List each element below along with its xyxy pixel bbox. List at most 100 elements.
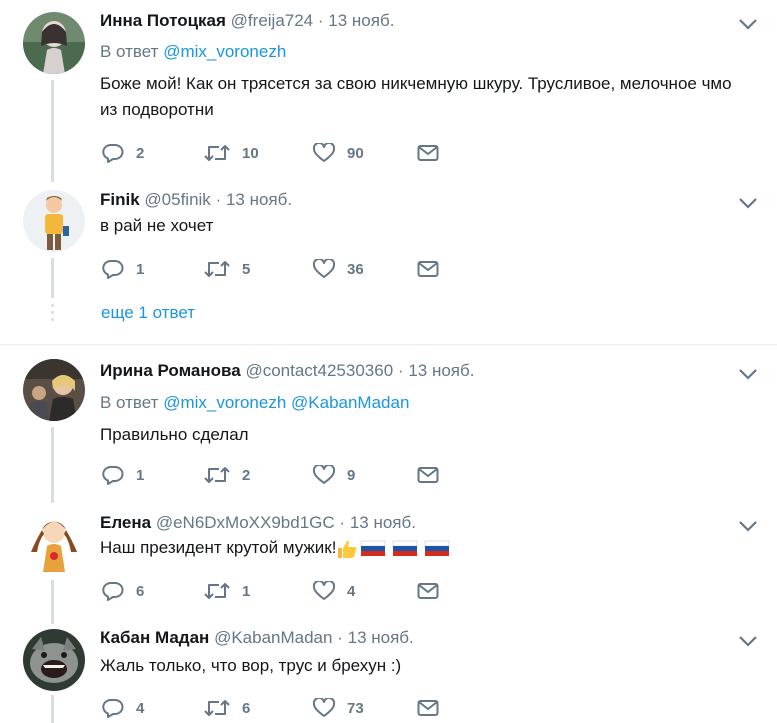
retweet-button[interactable]: 2 bbox=[204, 463, 250, 487]
reply-icon bbox=[102, 465, 124, 485]
tweet-text: Правильно сделал bbox=[100, 425, 249, 444]
tweet[interactable]: Елена @eN6DxMoXX9bd1GC · 13 нояб. Наш пр… bbox=[0, 500, 777, 615]
reply-icon bbox=[102, 143, 124, 163]
tweet-header: Елена @eN6DxMoXX9bd1GC · 13 нояб. bbox=[100, 513, 416, 533]
retweet-icon bbox=[204, 467, 230, 483]
retweet-button[interactable]: 1 bbox=[204, 579, 250, 603]
retweet-count: 2 bbox=[242, 466, 251, 484]
tweet-text: Жаль только, что вор, трус и брехун :) bbox=[100, 656, 402, 675]
separator: · bbox=[337, 628, 343, 647]
reply-count: 1 bbox=[136, 260, 145, 278]
tweet-text: в рай не хочет bbox=[100, 216, 214, 235]
chevron-down-icon[interactable] bbox=[737, 634, 759, 648]
tweet[interactable]: Ирина Романова @contact42530360 · 13 ноя… bbox=[0, 345, 777, 500]
retweet-count: 10 bbox=[242, 144, 259, 162]
reply-icon bbox=[102, 698, 124, 718]
message-button[interactable] bbox=[417, 463, 439, 487]
author-handle[interactable]: @eN6DxMoXX9bd1GC bbox=[156, 513, 335, 532]
reply-count: 1 bbox=[136, 466, 145, 484]
tweet-time[interactable]: 13 нояб. bbox=[408, 361, 474, 380]
author-name[interactable]: Елена bbox=[100, 513, 151, 532]
avatar[interactable] bbox=[23, 190, 85, 252]
author-handle[interactable]: @KabanMadan bbox=[214, 628, 332, 647]
tweet-header: Кабан Мадан @KabanMadan · 13 нояб. bbox=[100, 628, 414, 648]
chevron-down-icon[interactable] bbox=[737, 519, 759, 533]
avatar[interactable] bbox=[23, 12, 85, 74]
russia-flag-emoji bbox=[393, 540, 418, 556]
avatar[interactable] bbox=[23, 359, 85, 421]
tweet[interactable]: Finik @05finik · 13 нояб. в рай не хочет… bbox=[0, 182, 777, 282]
avatar[interactable] bbox=[23, 629, 85, 691]
tweet-header: Ирина Романова @contact42530360 · 13 ноя… bbox=[100, 361, 474, 381]
like-icon bbox=[313, 698, 335, 717]
message-button[interactable] bbox=[417, 257, 439, 281]
like-icon bbox=[313, 465, 335, 484]
like-count: 9 bbox=[347, 466, 356, 484]
separator: · bbox=[339, 513, 346, 532]
reply-mention[interactable]: @KabanMadan bbox=[291, 393, 409, 412]
like-button[interactable]: 90 bbox=[313, 141, 364, 165]
tweet[interactable]: Инна Потоцкая @freija724 · 13 нояб. В от… bbox=[0, 0, 777, 182]
message-icon bbox=[417, 145, 439, 161]
reply-prefix: В ответ bbox=[100, 42, 159, 61]
like-count: 90 bbox=[347, 144, 364, 162]
author-name[interactable]: Ирина Романова bbox=[100, 361, 241, 380]
retweet-button[interactable]: 6 bbox=[204, 696, 250, 720]
author-handle[interactable]: @05finik bbox=[144, 190, 210, 209]
retweet-button[interactable]: 5 bbox=[204, 257, 250, 281]
reply-mention[interactable]: @mix_voronezh bbox=[163, 393, 286, 412]
like-count: 36 bbox=[347, 260, 364, 278]
like-count: 73 bbox=[347, 699, 364, 717]
author-name[interactable]: Finik bbox=[100, 190, 140, 209]
like-icon bbox=[313, 259, 335, 278]
reply-to-line: В ответ @mix_voronezh @KabanMadan bbox=[100, 393, 409, 413]
tweet-time[interactable]: 13 нояб. bbox=[226, 190, 292, 209]
reply-button[interactable]: 2 bbox=[102, 141, 144, 165]
message-icon bbox=[417, 261, 439, 277]
author-handle[interactable]: @freija724 bbox=[231, 11, 313, 30]
tweet-text: Боже мой! Как он трясется за свою никчем… bbox=[100, 74, 732, 119]
avatar[interactable] bbox=[23, 512, 85, 574]
message-button[interactable] bbox=[417, 696, 439, 720]
reply-button[interactable]: 1 bbox=[102, 257, 144, 281]
separator: · bbox=[215, 190, 222, 209]
like-button[interactable]: 4 bbox=[313, 579, 355, 603]
retweet-icon bbox=[204, 261, 230, 277]
message-icon bbox=[417, 700, 439, 716]
reply-icon bbox=[102, 259, 124, 279]
reply-button[interactable]: 6 bbox=[102, 579, 144, 603]
like-button[interactable]: 9 bbox=[313, 463, 355, 487]
like-icon bbox=[313, 143, 335, 162]
reply-to-line: В ответ @mix_voronezh bbox=[100, 42, 286, 62]
chevron-down-icon[interactable] bbox=[737, 367, 759, 381]
thumbs-up-emoji bbox=[338, 540, 357, 558]
tweet-text: Наш президент крутой мужик! bbox=[100, 538, 337, 557]
like-button[interactable]: 36 bbox=[313, 257, 364, 281]
tweet-time[interactable]: 13 нояб. bbox=[348, 628, 414, 647]
retweet-button[interactable]: 10 bbox=[204, 141, 259, 165]
tweet-text-row: Наш президент крутой мужик! bbox=[100, 535, 753, 561]
separator: · bbox=[317, 11, 324, 30]
message-button[interactable] bbox=[417, 141, 439, 165]
reply-mention[interactable]: @mix_voronezh bbox=[163, 42, 286, 61]
reply-prefix: В ответ bbox=[100, 393, 159, 412]
thread-dots bbox=[51, 304, 54, 325]
tweet-time[interactable]: 13 нояб. bbox=[350, 513, 416, 532]
reply-count: 2 bbox=[136, 144, 145, 162]
tweet[interactable]: Кабан Мадан @KabanMadan · 13 нояб. Жаль … bbox=[0, 615, 777, 723]
author-name[interactable]: Кабан Мадан bbox=[100, 628, 209, 647]
like-icon bbox=[313, 581, 335, 600]
reply-button[interactable]: 4 bbox=[102, 696, 144, 720]
reply-button[interactable]: 1 bbox=[102, 463, 144, 487]
author-handle[interactable]: @contact42530360 bbox=[245, 361, 393, 380]
tweet-time[interactable]: 13 нояб. bbox=[328, 11, 394, 30]
retweet-icon bbox=[204, 583, 230, 599]
message-button[interactable] bbox=[417, 579, 439, 603]
chevron-down-icon[interactable] bbox=[737, 17, 759, 31]
author-name[interactable]: Инна Потоцкая bbox=[100, 11, 226, 30]
chevron-down-icon[interactable] bbox=[737, 196, 759, 210]
message-icon bbox=[417, 583, 439, 599]
like-button[interactable]: 73 bbox=[313, 696, 364, 720]
tweet-header: Finik @05finik · 13 нояб. bbox=[100, 190, 292, 210]
more-replies-link[interactable]: еще 1 ответ bbox=[101, 303, 195, 323]
